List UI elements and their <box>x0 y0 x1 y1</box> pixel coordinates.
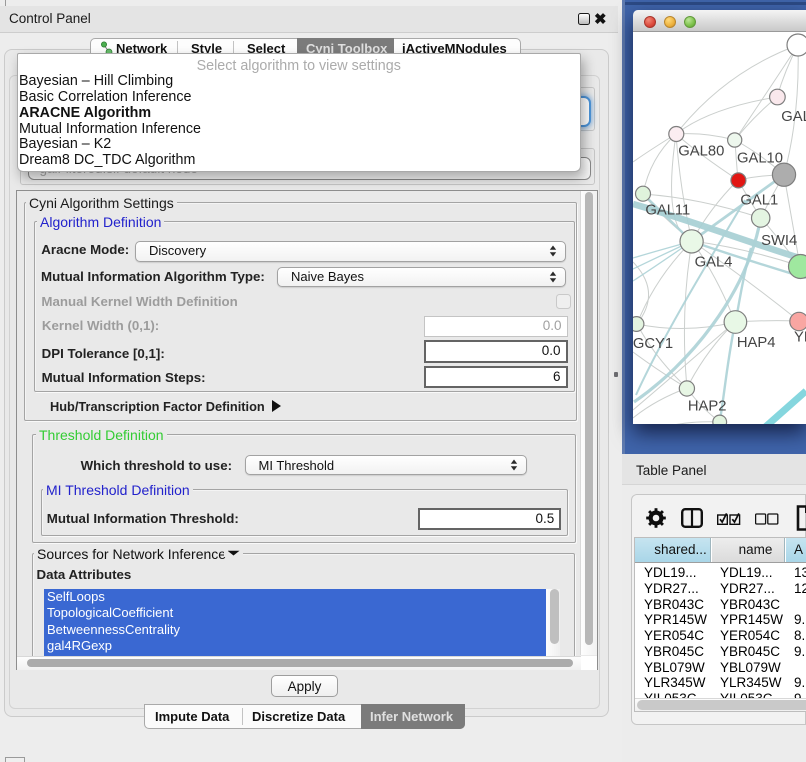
svg-text:GAL7: GAL7 <box>781 109 806 125</box>
svg-text:GAL11: GAL11 <box>645 203 690 219</box>
svg-text:GAL4: GAL4 <box>695 255 733 271</box>
svg-text:SWI4: SWI4 <box>761 233 797 249</box>
svg-text:GCY1: GCY1 <box>633 336 673 352</box>
svg-text:GAL10: GAL10 <box>737 151 783 167</box>
svg-text:GAL1: GAL1 <box>740 192 778 208</box>
svg-text:HAP4: HAP4 <box>737 335 776 351</box>
svg-text:YD: YD <box>794 330 806 346</box>
svg-text:GAL80: GAL80 <box>678 143 724 159</box>
svg-text:HAP2: HAP2 <box>688 398 727 414</box>
